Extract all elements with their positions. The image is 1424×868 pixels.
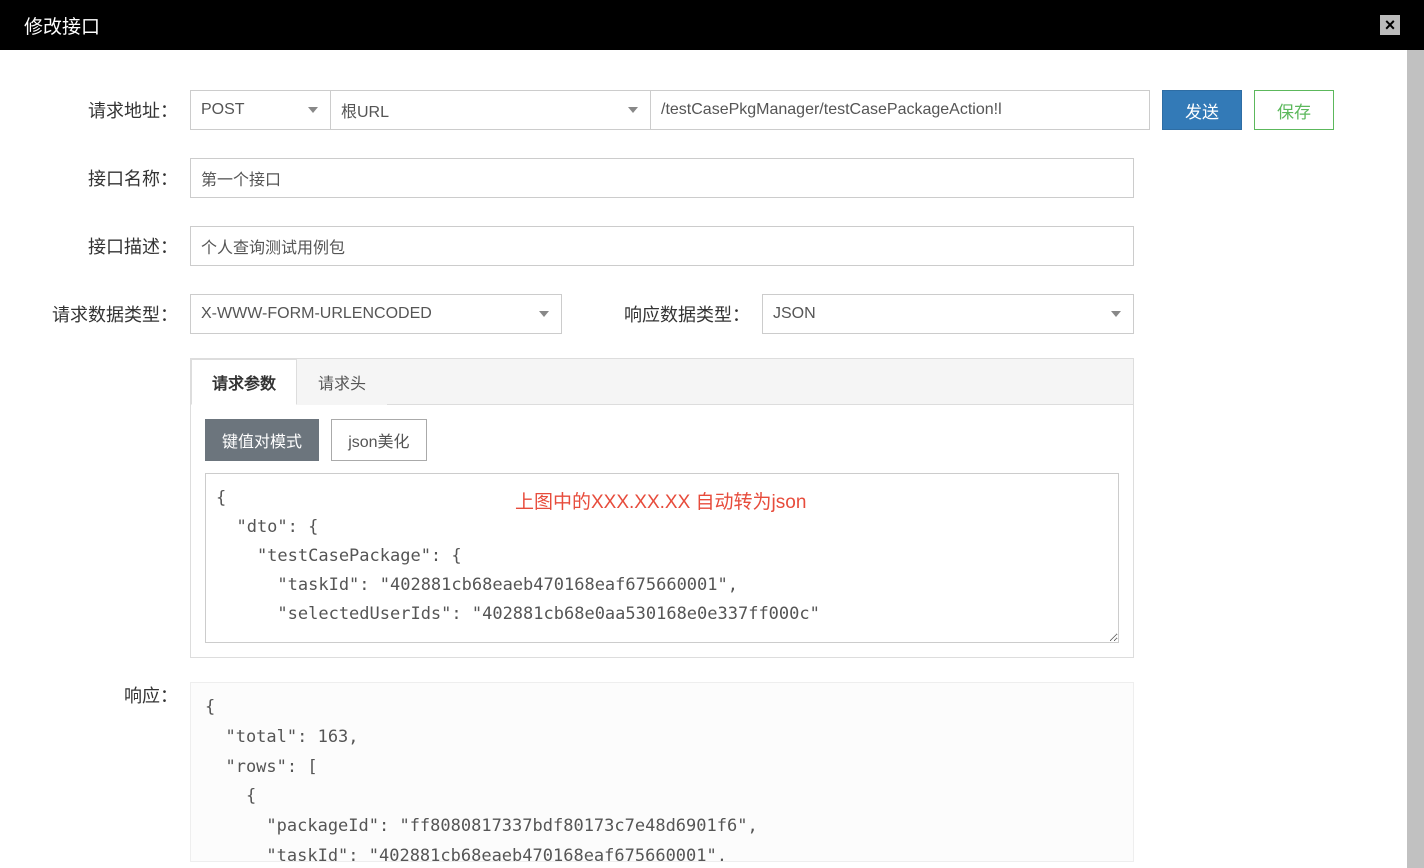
name-input[interactable]: 第一个接口 (190, 158, 1134, 198)
req-type-label: 请求数据类型： (20, 301, 190, 327)
url-row: 请求地址： POST 根URL /testCasePkgManager/test… (20, 90, 1334, 130)
name-row: 接口名称： 第一个接口 (20, 158, 1134, 198)
vertical-scrollbar[interactable] (1407, 50, 1424, 868)
req-type-select[interactable]: X-WWW-FORM-URLENCODED (190, 294, 562, 334)
res-type-label: 响应数据类型： (562, 301, 762, 327)
tab-request-headers[interactable]: 请求头 (297, 359, 387, 405)
tab-request-params[interactable]: 请求参数 (191, 359, 297, 405)
close-icon[interactable]: × (1380, 15, 1400, 35)
mode-json-button[interactable]: json美化 (331, 419, 426, 461)
res-type-select[interactable]: JSON (762, 294, 1134, 334)
desc-input[interactable]: 个人查询测试用例包 (190, 226, 1134, 266)
tab-content: 键值对模式 json美化 上图中的XXX.XX.XX 自动转为json { "d… (191, 405, 1133, 657)
response-row: 响应： { "total": 163, "rows": [ { "package… (20, 682, 1134, 862)
mode-kv-button[interactable]: 键值对模式 (205, 419, 319, 461)
name-label: 接口名称： (20, 165, 190, 191)
params-panel: 请求参数 请求头 键值对模式 json美化 上图中的XXX.XX.XX 自动转为… (190, 358, 1134, 658)
method-select[interactable]: POST (190, 90, 330, 130)
type-row: 请求数据类型： X-WWW-FORM-URLENCODED 响应数据类型： JS… (20, 294, 1134, 334)
response-body: { "total": 163, "rows": [ { "packageId":… (190, 682, 1134, 862)
modal-title: 修改接口 (24, 12, 100, 39)
mode-buttons: 键值对模式 json美化 (205, 419, 1119, 461)
scrollbar-thumb[interactable] (1407, 50, 1424, 868)
tabs: 请求参数 请求头 (191, 359, 1133, 405)
root-url-select[interactable]: 根URL (330, 90, 650, 130)
desc-label: 接口描述： (20, 233, 190, 259)
send-button[interactable]: 发送 (1162, 90, 1242, 130)
save-button[interactable]: 保存 (1254, 90, 1334, 130)
modal-content: 请求地址： POST 根URL /testCasePkgManager/test… (0, 50, 1424, 862)
response-label: 响应： (20, 682, 190, 862)
request-body-textarea[interactable]: { "dto": { "testCasePackage": { "taskId"… (205, 473, 1119, 643)
url-label: 请求地址： (20, 97, 190, 123)
url-path-input[interactable]: /testCasePkgManager/testCasePackageActio… (650, 90, 1150, 130)
modal-header: 修改接口 × (0, 0, 1424, 50)
desc-row: 接口描述： 个人查询测试用例包 (20, 226, 1134, 266)
json-wrap: 上图中的XXX.XX.XX 自动转为json { "dto": { "testC… (205, 473, 1119, 643)
